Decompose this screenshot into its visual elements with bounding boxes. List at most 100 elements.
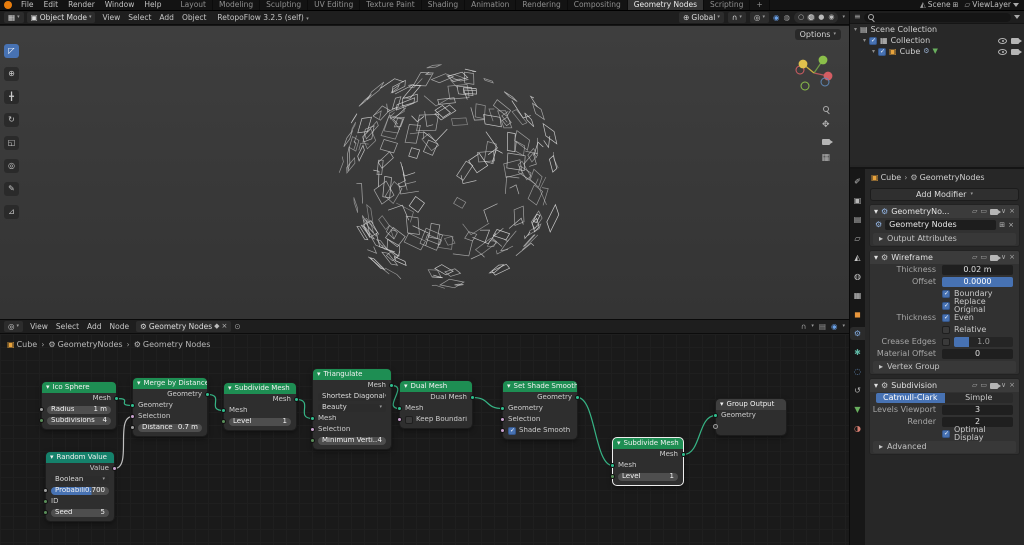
delete-modifier-icon[interactable]: × — [1009, 254, 1015, 261]
workspace-tab-compositing[interactable]: Compositing — [568, 0, 628, 10]
crease-weight-slider[interactable]: 1.0 — [954, 337, 1013, 347]
mesh-input-socket[interactable] — [310, 416, 315, 421]
node-group-name-field[interactable]: Geometry Nodes — [885, 220, 996, 230]
extras-menu-icon[interactable]: ∨ — [1001, 254, 1006, 261]
node-breadcrumb-segment-geometrynodes[interactable]: ⚙GeometryNodes — [48, 341, 122, 349]
ortho-icon[interactable]: ▦ — [821, 154, 830, 163]
zoom-icon[interactable] — [823, 106, 829, 112]
optimal-display-checkbox[interactable] — [942, 430, 950, 438]
id-input-socket[interactable] — [43, 499, 48, 504]
keep-boundaries-input-socket[interactable] — [397, 417, 402, 422]
node-canvas[interactable]: ▣Cube›⚙GeometryNodes›⚙Geometry Nodes ▾Ic… — [0, 334, 849, 545]
geometry-input-socket[interactable] — [713, 413, 718, 418]
node-overlays-dropdown-icon[interactable]: ▾ — [842, 324, 845, 329]
value-output-socket[interactable] — [112, 466, 117, 471]
tool-measure[interactable]: ⊿ — [4, 205, 19, 219]
shading-material-icon[interactable]: ● — [817, 14, 825, 21]
properties-tab-object[interactable]: ◼ — [850, 308, 865, 321]
new-scene-icon[interactable]: ⊞ — [953, 2, 959, 9]
mesh-output-socket[interactable] — [681, 452, 686, 457]
geometry-output-socket[interactable] — [575, 395, 580, 400]
fake-user-icon[interactable]: ◆ — [214, 323, 219, 330]
disable-in-render-icon[interactable] — [1011, 49, 1019, 55]
proportional-edit-selector[interactable]: ◎▾ — [750, 12, 769, 23]
delete-modifier-icon[interactable]: × — [1009, 208, 1015, 215]
delete-modifier-icon[interactable]: × — [1009, 382, 1015, 389]
seed-input-socket[interactable] — [43, 510, 48, 515]
pin-icon[interactable]: ⊙ — [234, 323, 240, 331]
mesh-input-socket[interactable] — [397, 406, 402, 411]
viewport-menu-object[interactable]: Object — [178, 14, 210, 22]
collapse-icon[interactable]: ▾ — [50, 454, 54, 461]
level-input-socket[interactable] — [610, 474, 615, 479]
3d-viewport[interactable]: ◸⊕╋↻◱◎✎⊿ Options ▾ ✥▦ — [0, 26, 849, 319]
workspace-tab-rendering[interactable]: Rendering — [516, 0, 567, 10]
properties-tab-modifiers[interactable]: ⚙ — [850, 327, 865, 340]
subdivisions-field[interactable]: Subdivisions4 — [47, 417, 111, 425]
workspace-tab-scripting[interactable]: Scripting — [704, 0, 750, 10]
node-triangulate[interactable]: ▾TriangulateMeshShortest Diagonal▾Beauty… — [313, 369, 391, 449]
tool-scale[interactable]: ◱ — [4, 136, 19, 150]
expand-icon[interactable]: ▾ — [874, 382, 878, 390]
outliner-row-cube[interactable]: ▾▣Cube⚙▼ — [850, 46, 1024, 57]
node-header[interactable]: ▾Merge by Distance — [133, 378, 207, 389]
node-header[interactable]: ▾Triangulate — [313, 369, 391, 380]
node-set-shade-smooth[interactable]: ▾Set Shade SmoothGeometryGeometrySelecti… — [503, 381, 577, 439]
mesh-output-socket[interactable] — [389, 383, 394, 388]
outliner-editor-icon[interactable]: ≡ — [854, 13, 861, 21]
outliner-checkbox[interactable] — [878, 48, 886, 56]
tool-cursor[interactable]: ⊕ — [4, 67, 19, 81]
expand-icon[interactable]: ▾ — [874, 254, 878, 262]
tool-box-select[interactable]: ◸ — [4, 44, 19, 58]
field-levels-viewport[interactable]: 3 — [942, 405, 1013, 415]
empty-input-socket[interactable] — [713, 424, 718, 429]
node-snapping-dropdown-icon[interactable]: ▾ — [811, 324, 814, 329]
mesh-input-socket[interactable] — [610, 463, 615, 468]
outliner-row-collection[interactable]: ▾▦Collection — [850, 35, 1024, 46]
level-field[interactable]: Level1 — [618, 473, 678, 481]
geometry-input-socket[interactable] — [500, 406, 505, 411]
properties-tab-scene[interactable]: ◭ — [850, 251, 865, 264]
node-group-selector[interactable]: ⚙ Geometry Nodes ◆ × — [136, 321, 231, 332]
node-breadcrumb-segment-geometry-nodes[interactable]: ⚙Geometry Nodes — [134, 341, 211, 349]
add-modifier-button[interactable]: Add Modifier ▾ — [870, 188, 1019, 201]
geometry-output-socket[interactable] — [205, 392, 210, 397]
node-subdivide-mesh-1[interactable]: ▾Subdivide MeshMeshMeshLevel1 — [224, 383, 296, 430]
properties-breadcrumb-segment-geometrynodes[interactable]: ⚙GeometryNodes — [910, 174, 984, 182]
disclosure-icon[interactable]: ▾ — [863, 38, 866, 44]
viewport-menu-view[interactable]: View — [98, 14, 124, 22]
node-menu-add[interactable]: Add — [83, 323, 106, 331]
node-header[interactable]: ▾Dual Mesh — [400, 381, 472, 392]
properties-tab-tool[interactable]: ✐ — [850, 175, 865, 188]
disclosure-icon[interactable]: ▾ — [854, 27, 857, 33]
shading-solid-icon[interactable]: ◍ — [807, 14, 815, 21]
properties-tab-material[interactable]: ◑ — [850, 422, 865, 435]
selection-input-socket[interactable] — [130, 414, 135, 419]
collapse-icon[interactable]: ▾ — [137, 380, 141, 387]
node-random-value[interactable]: ▾Random ValueValueBoolean▾Probability0.7… — [46, 452, 114, 521]
keep-boundaries-checkbox[interactable] — [405, 416, 413, 424]
add-workspace-button[interactable]: + — [750, 0, 769, 10]
node-snapping-icon[interactable]: ∩ — [801, 323, 807, 331]
properties-tab-render[interactable]: ▣ — [850, 194, 865, 207]
expand-icon[interactable]: ▾ — [874, 208, 878, 216]
geometry-input-socket[interactable] — [130, 403, 135, 408]
workspace-tab-animation[interactable]: Animation — [465, 0, 516, 10]
new-node-group-icon[interactable]: ⊞ — [999, 222, 1005, 229]
radius-input-socket[interactable] — [39, 407, 44, 412]
collapse-icon[interactable]: ▾ — [228, 385, 232, 392]
mesh-output-socket[interactable] — [114, 396, 119, 401]
hide-in-viewport-icon[interactable] — [998, 38, 1007, 44]
display-realtime-icon[interactable]: ▭ — [980, 208, 987, 215]
subdivisions-input-socket[interactable] — [39, 418, 44, 423]
node-header[interactable]: ▾Random Value — [46, 452, 114, 463]
workspace-tab-layout[interactable]: Layout — [174, 0, 213, 10]
workspace-tab-uv-editing[interactable]: UV Editing — [308, 0, 360, 10]
properties-tab-physics[interactable]: ◌ — [850, 365, 865, 378]
unlink-datablock-icon[interactable]: × — [222, 323, 228, 330]
modifier-header-geometryno[interactable]: ▾⚙GeometryNo...▱▭∨× — [870, 205, 1019, 218]
display-editmode-icon[interactable]: ▱ — [972, 382, 977, 389]
shade-smooth-input-socket[interactable] — [500, 428, 505, 433]
node-breadcrumb-segment-cube[interactable]: ▣Cube — [7, 341, 37, 349]
tool-rotate[interactable]: ↻ — [4, 113, 19, 127]
